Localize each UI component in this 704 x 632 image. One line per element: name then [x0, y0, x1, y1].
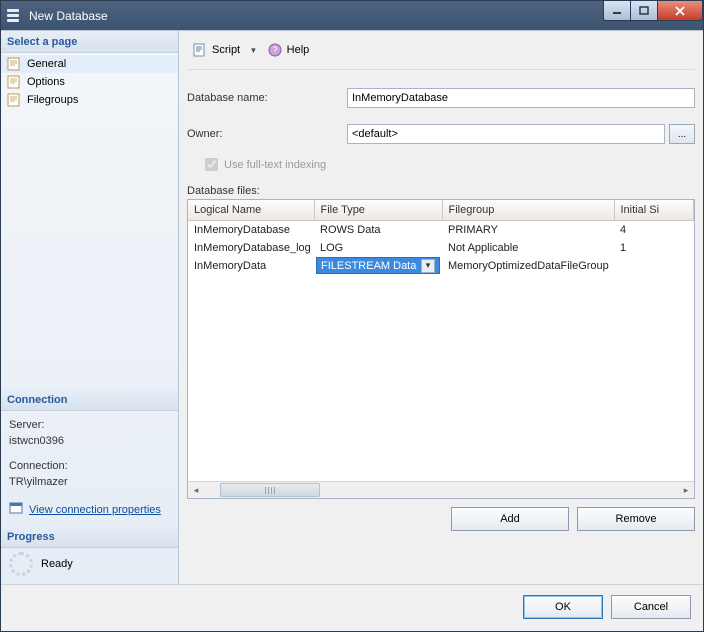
col-logical-name[interactable]: Logical Name [188, 200, 314, 220]
progress-status: Ready [41, 558, 73, 570]
fulltext-checkbox [205, 158, 218, 171]
sidebar: Select a page General Options Filegroups… [1, 31, 179, 584]
sidebar-item-label: Options [27, 76, 65, 88]
dialog-footer: OK Cancel [1, 584, 703, 631]
col-file-type[interactable]: File Type [314, 200, 442, 220]
sidebar-item-label: Filegroups [27, 94, 78, 106]
table-row[interactable]: InMemoryDatabase ROWS Data PRIMARY 4 [188, 221, 694, 239]
view-connection-properties-link[interactable]: View connection properties [9, 501, 170, 521]
scroll-right-arrow[interactable]: ▸ [678, 482, 694, 498]
main-panel: Script ▾ ? Help Database name: Owner: ..… [179, 31, 703, 584]
sidebar-item-filegroups[interactable]: Filegroups [1, 91, 178, 109]
script-button[interactable]: Script [187, 39, 245, 61]
titlebar[interactable]: New Database [1, 1, 703, 30]
add-button[interactable]: Add [451, 507, 569, 531]
page-icon [7, 57, 23, 71]
database-files-grid[interactable]: Logical Name File Type Filegroup Initial… [187, 199, 695, 499]
owner-input[interactable] [347, 124, 665, 144]
table-row[interactable]: InMemoryData FILESTREAM Data ▾ MemoryOpt… [188, 257, 694, 275]
properties-icon [9, 501, 25, 521]
help-icon: ? [267, 42, 283, 58]
window-title: New Database [29, 9, 604, 23]
close-button[interactable] [657, 1, 703, 21]
filetype-dropdown[interactable]: FILESTREAM Data ▾ [316, 257, 440, 274]
horizontal-scrollbar[interactable]: ◂ ▸ [188, 481, 694, 498]
owner-browse-button[interactable]: ... [669, 124, 695, 144]
server-label: Server: [9, 417, 170, 434]
server-value: istwcn0396 [9, 433, 170, 450]
sidebar-item-general[interactable]: General [1, 55, 178, 73]
cancel-button[interactable]: Cancel [611, 595, 691, 619]
toolbar: Script ▾ ? Help [187, 37, 695, 69]
scroll-thumb[interactable] [220, 483, 320, 497]
chevron-down-icon[interactable]: ▾ [421, 259, 435, 273]
fulltext-label: Use full-text indexing [224, 159, 326, 171]
app-icon [7, 8, 23, 24]
connection-header: Connection [1, 389, 178, 411]
connection-value: TR\yilmazer [9, 474, 170, 491]
new-database-window: New Database Select a page General Optio… [0, 0, 704, 632]
svg-text:?: ? [272, 45, 277, 55]
help-button[interactable]: ? Help [262, 39, 315, 61]
sidebar-item-options[interactable]: Options [1, 73, 178, 91]
remove-button[interactable]: Remove [577, 507, 695, 531]
database-files-label: Database files: [187, 185, 695, 197]
col-initial-size[interactable]: Initial Si [614, 200, 694, 220]
progress-spinner-icon [9, 552, 33, 576]
page-icon [7, 75, 23, 89]
connection-label: Connection: [9, 458, 170, 475]
script-dropdown-arrow[interactable]: ▾ [247, 45, 260, 56]
table-row[interactable]: InMemoryDatabase_log LOG Not Applicable … [188, 239, 694, 257]
owner-label: Owner: [187, 128, 347, 140]
connection-info: Server: istwcn0396 Connection: TR\yilmaz… [1, 411, 178, 527]
sidebar-item-label: General [27, 58, 66, 70]
maximize-button[interactable] [630, 1, 658, 21]
col-filegroup[interactable]: Filegroup [442, 200, 614, 220]
page-icon [7, 93, 23, 107]
scroll-left-arrow[interactable]: ◂ [188, 482, 204, 498]
progress-header: Progress [1, 526, 178, 548]
minimize-button[interactable] [603, 1, 631, 21]
window-controls [604, 1, 703, 21]
script-icon [192, 42, 208, 58]
dbname-input[interactable] [347, 88, 695, 108]
ok-button[interactable]: OK [523, 595, 603, 619]
dbname-label: Database name: [187, 92, 347, 104]
select-page-header: Select a page [1, 31, 178, 53]
